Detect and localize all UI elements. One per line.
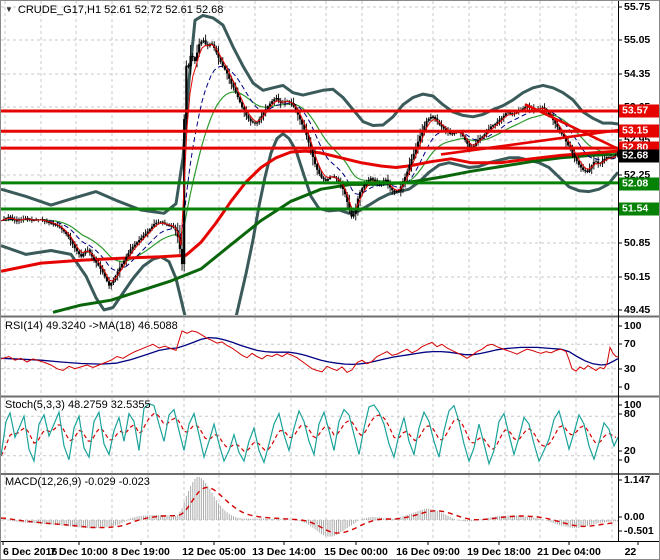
macd-tick-label: 0.00: [624, 511, 645, 523]
price-tick-label: 50.15: [624, 271, 651, 283]
ohlc-values: 52.61 52.72 52.61 52.68: [104, 4, 224, 16]
rsi-indicator-label: RSI(14) 49.3240 ->MA(18) 46.5088: [5, 320, 178, 332]
chart-title-bar: ▼ CRUDE_G17,H1 52.61 52.72 52.61 52.68: [5, 4, 223, 16]
time-axis-label: 13 Dec 14:00: [252, 546, 316, 558]
price-tick-label: 54.35: [624, 68, 651, 80]
price-tick-label: 55.75: [624, 1, 651, 13]
time-axis-label: 19 Dec 18:00: [467, 546, 531, 558]
price-panel[interactable]: [1, 1, 660, 346]
trading-chart-window: ▼ CRUDE_G17,H1 52.61 52.72 52.61 52.68 RS…: [0, 0, 660, 560]
stoch-tick-label: 0: [624, 454, 630, 466]
macd-signal-line: [1, 486, 617, 534]
time-axis-label: 16 Dec 09:00: [396, 546, 460, 558]
time-axis-label: 8 Dec 19:00: [112, 546, 170, 558]
navy-dashed-ma-line: [1, 65, 617, 271]
price-level-tag: 52.08: [619, 177, 659, 190]
stoch-tick-label: 80: [624, 408, 636, 420]
collapse-arrow-icon[interactable]: ▼: [5, 5, 13, 14]
price-level-tag: 53.57: [619, 104, 659, 118]
time-axis-label: 22 Dec 13:00: [624, 546, 644, 559]
price-tick-label: 49.45: [624, 304, 651, 316]
macd-tick-label: -0.501: [624, 525, 654, 537]
price-level-tag: 51.54: [619, 202, 659, 216]
rsi-line: [1, 330, 618, 374]
price-tick-label: 50.85: [624, 237, 651, 249]
rsi-tick-label: 70: [624, 338, 636, 350]
rsi-tick-label: 100: [624, 320, 642, 332]
bollinger-lower-band: [1, 132, 618, 315]
price-level-tag: 53.15: [619, 124, 659, 138]
fast-green-ma-line: [1, 91, 617, 263]
symbol-period-label: CRUDE_G17,H1: [17, 4, 102, 16]
rsi-ma-line: [1, 336, 618, 366]
time-axis-label: 12 Dec 05:00: [182, 546, 246, 558]
price-tick-label: 55.05: [624, 34, 651, 46]
time-axis-label: 15 Dec 00:00: [324, 546, 388, 558]
red-ma-line: [1, 149, 618, 273]
rsi-tick-label: 0: [624, 381, 630, 393]
macd-indicator-label: MACD(12,26,9) -0.029 -0.023: [5, 476, 150, 488]
time-axis-label: 7 Dec 10:00: [50, 546, 108, 558]
time-axis-label: 21 Dec 04:00: [537, 546, 601, 558]
current-price-tag: 52.68: [619, 149, 659, 162]
stoch-main-line: [1, 403, 618, 466]
stoch-indicator-label: Stoch(5,3,3) 48.2759 32.5355: [5, 399, 151, 411]
macd-tick-label: 1.147: [624, 474, 651, 486]
rsi-tick-label: 30: [624, 363, 636, 375]
